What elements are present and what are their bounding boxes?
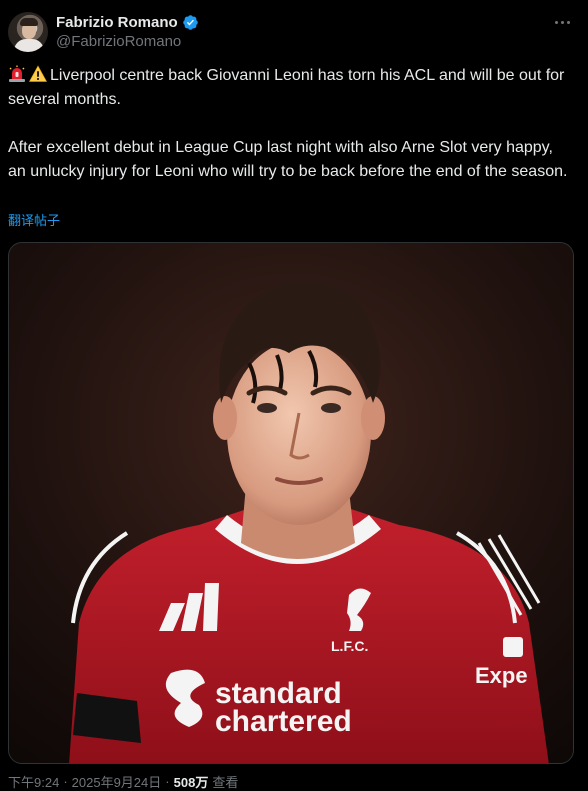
more-dot	[566, 20, 570, 24]
siren-icon	[9, 65, 25, 82]
author-handle[interactable]: @FabrizioRomano	[56, 33, 199, 50]
armband-shape	[73, 693, 141, 743]
eye-left	[257, 403, 277, 413]
player-photo-illustration: L.F.C. standard chartered Expe	[9, 243, 573, 763]
tweet-body: Liverpool centre back Giovanni Leoni has…	[8, 64, 574, 184]
translate-post-link[interactable]: 翻译帖子	[8, 210, 60, 229]
tweet-meta: 下午9:24 · 2025年9月24日 · 508万 查看	[8, 772, 238, 791]
more-dot	[554, 20, 558, 24]
tweet-photo[interactable]: L.F.C. standard chartered Expe	[8, 242, 574, 764]
sleeve-sponsor-text: Expe	[475, 663, 528, 688]
meta-separator: ·	[165, 774, 170, 789]
tweet-paragraph-1: Liverpool centre back Giovanni Leoni has…	[8, 67, 565, 108]
avatar[interactable]	[8, 12, 48, 52]
club-crest-text: L.F.C.	[331, 638, 368, 654]
face-shape	[227, 341, 371, 525]
post-time[interactable]: 下午9:24	[8, 772, 59, 791]
meta-separator: ·	[63, 774, 68, 789]
avatar-hair-shape	[20, 18, 38, 26]
name-row: Fabrizio Romano	[56, 12, 199, 32]
tweet-header: Fabrizio Romano @FabrizioRomano	[8, 10, 580, 56]
author-block: Fabrizio Romano @FabrizioRomano	[56, 12, 199, 50]
more-options-icon[interactable]	[548, 12, 576, 32]
views-label: 查看	[212, 775, 239, 790]
verified-badge-icon[interactable]	[182, 14, 199, 31]
author-display-name[interactable]: Fabrizio Romano	[56, 14, 178, 31]
post-date[interactable]: 2025年9月24日	[72, 772, 162, 791]
tweet-paragraph-1-row: Liverpool centre back Giovanni Leoni has…	[8, 64, 574, 112]
ear-left	[213, 396, 237, 440]
warning-icon	[29, 65, 47, 82]
avatar-body-shape	[14, 39, 44, 52]
more-dot	[560, 20, 564, 24]
eye-right	[321, 403, 341, 413]
sleeve-badge	[503, 637, 523, 657]
views-count[interactable]: 508万	[174, 772, 209, 791]
tweet-paragraph-2: After excellent debut in League Cup last…	[8, 139, 568, 180]
sponsor-text-line2: chartered	[215, 705, 352, 738]
